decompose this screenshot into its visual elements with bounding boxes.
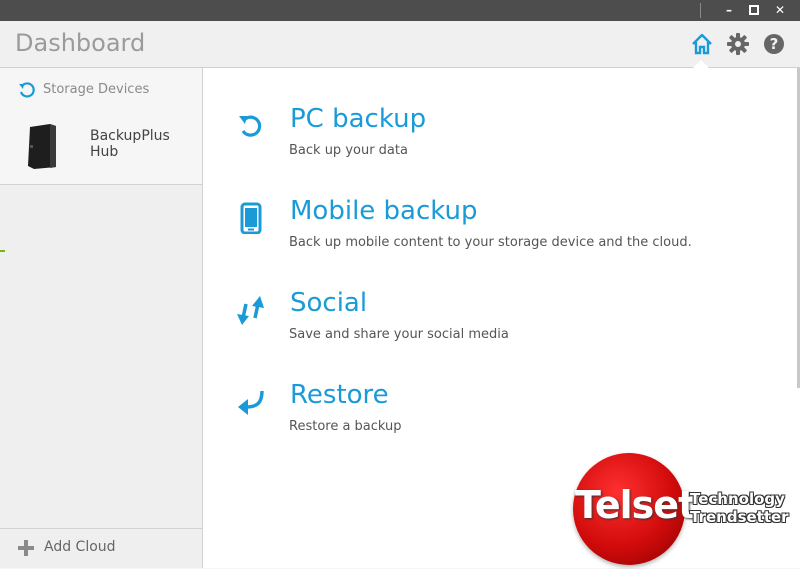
home-icon[interactable] bbox=[690, 32, 714, 56]
gear-icon[interactable] bbox=[726, 32, 750, 56]
selection-indicator bbox=[0, 250, 5, 252]
social-item[interactable]: Social Save and share your social media bbox=[233, 288, 773, 358]
home-active-indicator bbox=[693, 60, 709, 68]
window-titlebar: – ✕ bbox=[0, 0, 800, 21]
restore-description: Restore a backup bbox=[289, 419, 402, 434]
watermark-brand: Telset bbox=[575, 483, 696, 527]
social-description: Save and share your social media bbox=[289, 327, 509, 342]
maximize-button[interactable] bbox=[742, 0, 766, 21]
storage-devices-label: Storage Devices bbox=[43, 82, 150, 97]
device-item-backupplus-hub[interactable]: BackupPlus Hub bbox=[90, 128, 202, 160]
external-drive-icon[interactable] bbox=[24, 123, 58, 169]
svg-text:?: ? bbox=[770, 35, 779, 53]
backup-icon bbox=[239, 115, 262, 137]
transfer-arrows-icon bbox=[237, 296, 264, 325]
pc-backup-title: PC backup bbox=[290, 104, 427, 134]
mobile-backup-item[interactable]: Mobile backup Back up mobile content to … bbox=[233, 196, 773, 266]
add-cloud-label: Add Cloud bbox=[44, 539, 116, 555]
mobile-backup-description: Back up mobile content to your storage d… bbox=[289, 235, 692, 250]
titlebar-separator bbox=[700, 3, 701, 18]
minimize-button[interactable]: – bbox=[717, 0, 741, 21]
add-cloud-button[interactable]: Add Cloud bbox=[0, 528, 202, 569]
telset-watermark: Telset Technology Trendsetter bbox=[573, 453, 798, 565]
social-title: Social bbox=[290, 288, 368, 318]
restore-item[interactable]: Restore Restore a backup bbox=[233, 380, 773, 450]
sidebar: Storage Devices BackupPlus Hub Add Cloud bbox=[0, 68, 203, 568]
watermark-tagline-2: Trendsetter bbox=[690, 508, 789, 526]
restore-arrow-icon bbox=[238, 390, 264, 415]
watermark-tagline-1: Technology bbox=[690, 490, 785, 508]
pc-backup-description: Back up your data bbox=[289, 143, 408, 158]
storage-devices-section: Storage Devices BackupPlus Hub bbox=[0, 68, 202, 185]
restore-title: Restore bbox=[290, 380, 389, 410]
pc-backup-item[interactable]: PC backup Back up your data bbox=[233, 104, 773, 174]
page-title: Dashboard bbox=[15, 29, 146, 57]
plus-icon bbox=[18, 540, 34, 556]
refresh-icon[interactable] bbox=[18, 81, 36, 99]
mobile-icon bbox=[240, 202, 262, 234]
app-header: Dashboard ? bbox=[0, 21, 800, 68]
close-button[interactable]: ✕ bbox=[768, 0, 792, 21]
maximize-icon bbox=[749, 5, 759, 15]
mobile-backup-title: Mobile backup bbox=[290, 196, 478, 226]
help-icon[interactable]: ? bbox=[762, 32, 786, 56]
